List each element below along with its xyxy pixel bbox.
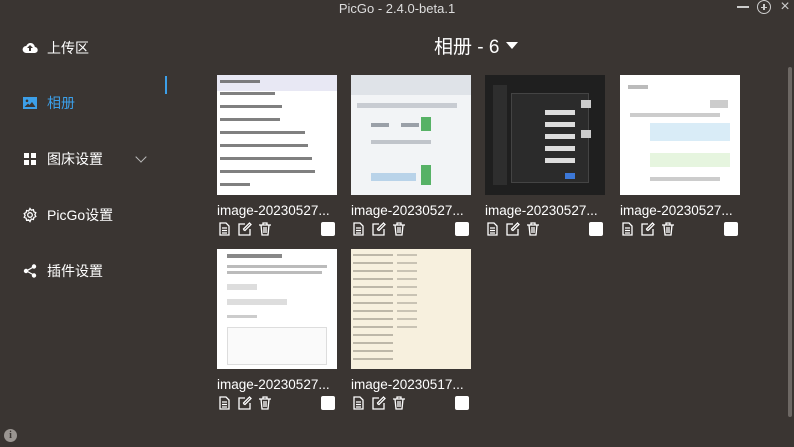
cloud-upload-icon (22, 43, 38, 54)
delete-icon[interactable] (258, 222, 272, 236)
image-filename: image-20230527... (620, 203, 733, 218)
gear-icon (23, 207, 37, 223)
share-icon (23, 264, 37, 278)
copy-link-icon[interactable] (351, 396, 365, 410)
title-bar: PicGo - 2.4.0-beta.1 × (0, 0, 794, 17)
image-thumbnail[interactable] (217, 249, 337, 369)
caret-down-icon (506, 42, 519, 49)
chevron-down-icon (135, 151, 147, 163)
image-thumbnail[interactable] (217, 75, 337, 195)
image-thumbnail[interactable] (620, 75, 740, 195)
minimize-icon[interactable] (737, 6, 749, 8)
edit-icon[interactable] (506, 222, 520, 236)
sidebar-item-gallery[interactable]: 相册 (22, 91, 75, 115)
edit-icon[interactable] (238, 396, 252, 410)
copy-link-icon[interactable] (217, 222, 231, 236)
select-checkbox[interactable] (321, 396, 335, 410)
info-icon[interactable]: i (4, 429, 17, 442)
image-filename: image-20230527... (217, 377, 330, 392)
delete-icon[interactable] (392, 396, 406, 410)
image-thumbnail[interactable] (351, 249, 471, 369)
sidebar-item-label: 上传区 (47, 40, 89, 56)
sidebar-item-label: 相册 (47, 95, 75, 111)
grid-icon (24, 153, 36, 165)
gallery-title-dropdown[interactable]: 相册 - 6 (434, 32, 519, 59)
close-icon[interactable]: × (778, 0, 792, 15)
image-card: image-20230527... (217, 249, 337, 412)
select-checkbox[interactable] (724, 222, 738, 236)
sidebar-item-picgo-settings[interactable]: PicGo设置 (22, 203, 113, 227)
image-icon (23, 97, 37, 109)
edit-icon[interactable] (372, 396, 386, 410)
image-filename: image-20230527... (485, 203, 598, 218)
delete-icon[interactable] (258, 396, 272, 410)
copy-link-icon[interactable] (485, 222, 499, 236)
select-checkbox[interactable] (589, 222, 603, 236)
delete-icon[interactable] (526, 222, 540, 236)
image-card: image-20230527... (485, 75, 605, 238)
sidebar-item-label: 图床设置 (47, 151, 103, 167)
image-filename: image-20230527... (351, 203, 464, 218)
select-checkbox[interactable] (321, 222, 335, 236)
select-checkbox[interactable] (455, 396, 469, 410)
edit-icon[interactable] (641, 222, 655, 236)
scrollbar[interactable] (788, 67, 792, 417)
edit-icon[interactable] (372, 222, 386, 236)
image-card: image-20230527... (351, 75, 471, 238)
edit-icon[interactable] (238, 222, 252, 236)
sidebar-item-label: PicGo设置 (47, 207, 114, 223)
select-checkbox[interactable] (455, 222, 469, 236)
image-thumbnail[interactable] (351, 75, 471, 195)
window-title: PicGo - 2.4.0-beta.1 (338, 1, 456, 16)
sidebar-item-label: 插件设置 (47, 263, 103, 279)
image-filename: image-20230527... (217, 203, 330, 218)
image-thumbnail[interactable] (485, 75, 605, 195)
page-title: 相册 - 6 (434, 37, 500, 58)
image-card: image-20230527... (620, 75, 740, 238)
delete-icon[interactable] (661, 222, 675, 236)
delete-icon[interactable] (392, 222, 406, 236)
copy-link-icon[interactable] (620, 222, 634, 236)
sidebar-item-picbed-settings[interactable]: 图床设置 (22, 147, 103, 171)
sidebar: 上传区 相册 图床设置 PicGo设置 插件设置 (0, 18, 170, 447)
copy-link-icon[interactable] (217, 396, 231, 410)
image-card: image-20230517... (351, 249, 471, 412)
image-filename: image-20230517... (351, 377, 464, 392)
sidebar-item-upload[interactable]: 上传区 (22, 36, 89, 60)
image-card: image-20230527... (217, 75, 337, 238)
copy-link-icon[interactable] (351, 222, 365, 236)
sidebar-item-plugin-settings[interactable]: 插件设置 (22, 259, 103, 283)
active-indicator (165, 76, 167, 94)
maximize-icon[interactable] (757, 0, 771, 14)
